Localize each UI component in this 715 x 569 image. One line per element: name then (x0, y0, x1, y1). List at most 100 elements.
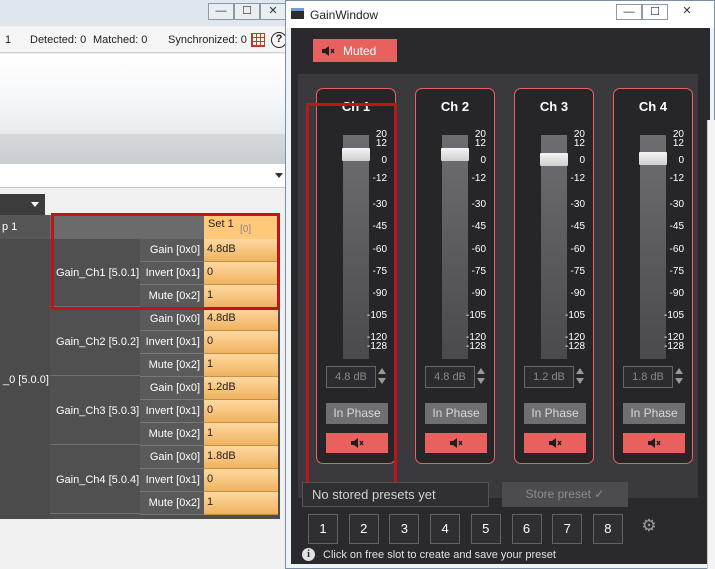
status-synchronized: Synchronized: 0 (168, 34, 247, 46)
scale-label: 12 (672, 138, 684, 149)
minimize-button[interactable]: — (616, 4, 642, 20)
preset-slot-8[interactable]: 8 (592, 514, 623, 544)
scale-label: 0 (678, 155, 684, 166)
background-selector[interactable] (0, 194, 45, 215)
background-window: — ☐ ✕ 1 Detected: 0 Matched: 0 Synchroni… (0, 0, 300, 569)
scale-label: 12 (573, 138, 585, 149)
spinner-arrows-icon[interactable] (477, 368, 487, 386)
channel-mute-button[interactable] (623, 433, 685, 453)
background-band (0, 134, 286, 164)
phase-button[interactable]: In Phase (425, 403, 487, 424)
scale-label: -30 (471, 199, 486, 210)
scale-label: -90 (669, 288, 684, 299)
gear-icon[interactable]: ⚙ (640, 517, 658, 535)
param-label: Mute [0x2] (140, 423, 204, 446)
channel-label: Gain_Ch3 [5.0.3] (50, 377, 140, 445)
scale-label: -75 (471, 266, 486, 277)
preset-slot-2[interactable]: 2 (348, 514, 379, 544)
global-mute-button[interactable]: Muted (313, 39, 397, 62)
phase-button[interactable]: In Phase (623, 403, 685, 424)
channel-mute-button[interactable] (524, 433, 586, 453)
fader-knob[interactable] (441, 148, 469, 162)
param-label: Gain [0x0] (140, 446, 204, 469)
spinner-arrows-icon[interactable] (675, 368, 685, 386)
scale-label: -60 (570, 244, 585, 255)
channel-name: Ch 3 (539, 99, 569, 114)
preset-name-field[interactable]: No stored presets yet (302, 482, 489, 507)
preset-info-text: Click on free slot to create and save yo… (323, 548, 556, 561)
store-preset-button[interactable]: Store preset ✓ (502, 482, 628, 507)
app-icon (291, 8, 304, 19)
group-cell: _0 [5.0.0] (0, 239, 50, 519)
param-value-cell[interactable]: 1 (204, 492, 278, 515)
preset-slot-4[interactable]: 4 (430, 514, 461, 544)
param-value-cell[interactable]: 1.2dB (204, 377, 278, 400)
scale-label: -128 (465, 341, 486, 352)
gain-window: GainWindow — ☐ ✕ Muted Ch 1 20 12 0 -12 -30 -4… (285, 0, 715, 569)
param-value-cell[interactable]: 0 (204, 331, 278, 354)
scale-label: -45 (669, 221, 684, 232)
group-label: _0 [5.0.0] (3, 374, 49, 386)
minimize-button[interactable]: — (208, 3, 234, 20)
param-value-cell[interactable]: 4.8dB (204, 308, 278, 331)
scale-label: -105 (465, 310, 486, 321)
channel-strip-3: Ch 3 20 12 0 -12 -30 -45 -60 -75 -90 -105 -120 -128 1… (514, 88, 594, 464)
status-matched: Matched: 0 (93, 34, 148, 46)
scale-label: -105 (663, 310, 684, 321)
scale-label: -75 (669, 266, 684, 277)
spinner-arrows-icon[interactable] (576, 368, 586, 386)
preset-slot-1[interactable]: 1 (308, 514, 338, 544)
window-title: GainWindow (310, 8, 379, 22)
scale-label: -12 (471, 173, 486, 184)
background-pane (0, 54, 286, 134)
channel-name: Ch 4 (638, 99, 668, 114)
param-value-cell[interactable]: 0 (204, 400, 278, 423)
gain-value-field[interactable]: 4.8 dB (425, 366, 475, 388)
close-button[interactable]: ✕ (674, 4, 700, 20)
screenshot: — ☐ ✕ 1 Detected: 0 Matched: 0 Synchroni… (0, 0, 715, 569)
param-value-cell[interactable]: 1 (204, 423, 278, 446)
status-detected: Detected: 0 (30, 34, 87, 46)
phase-button[interactable]: In Phase (524, 403, 586, 424)
param-value-cell[interactable]: 1.8dB (204, 446, 278, 469)
param-label: Invert [0x1] (140, 331, 204, 354)
speaker-muted-icon (549, 438, 562, 448)
fader-track[interactable] (541, 135, 567, 359)
scale-label: -12 (669, 173, 684, 184)
gain-value-field[interactable]: 1.2 dB (524, 366, 574, 388)
scale-label: -60 (669, 244, 684, 255)
maximize-button[interactable]: ☐ (234, 3, 260, 20)
scale-label: -90 (570, 288, 585, 299)
fader-knob[interactable] (540, 153, 568, 167)
fader-track[interactable] (442, 135, 468, 359)
param-value-cell[interactable]: 1 (204, 354, 278, 377)
scale-label: -128 (663, 341, 684, 352)
status-bar: 1 Detected: 0 Matched: 0 Synchronized: 0… (0, 27, 300, 53)
preset-slot-5[interactable]: 5 (470, 514, 501, 544)
scale-label: -45 (471, 221, 486, 232)
fader-track[interactable] (640, 135, 666, 359)
background-dropdown[interactable] (0, 164, 286, 188)
scale-label: -60 (471, 244, 486, 255)
param-label: Invert [0x1] (140, 400, 204, 423)
close-button[interactable]: ✕ (260, 3, 286, 20)
preset-slot-6[interactable]: 6 (511, 514, 542, 544)
param-value-cell[interactable]: 0 (204, 469, 278, 492)
grid-header-left: p 1 (0, 215, 50, 239)
speaker-muted-icon (450, 438, 463, 448)
scale-label: 0 (480, 155, 486, 166)
channel-mute-button[interactable] (425, 433, 487, 453)
grid-icon[interactable] (251, 33, 265, 47)
scale-label: 0 (579, 155, 585, 166)
chevron-down-icon (275, 173, 283, 178)
param-label: Gain [0x0] (140, 308, 204, 331)
channel-label: Gain_Ch4 [5.0.4] (50, 446, 140, 514)
fader-knob[interactable] (639, 152, 667, 166)
preset-slot-3[interactable]: 3 (389, 514, 420, 544)
preset-slot-7[interactable]: 7 (552, 514, 583, 544)
scale-label: -12 (570, 173, 585, 184)
gain-value-field[interactable]: 1.8 dB (623, 366, 673, 388)
param-label: Mute [0x2] (140, 492, 204, 515)
maximize-button[interactable]: ☐ (642, 4, 668, 20)
right-edge-window (707, 120, 715, 569)
